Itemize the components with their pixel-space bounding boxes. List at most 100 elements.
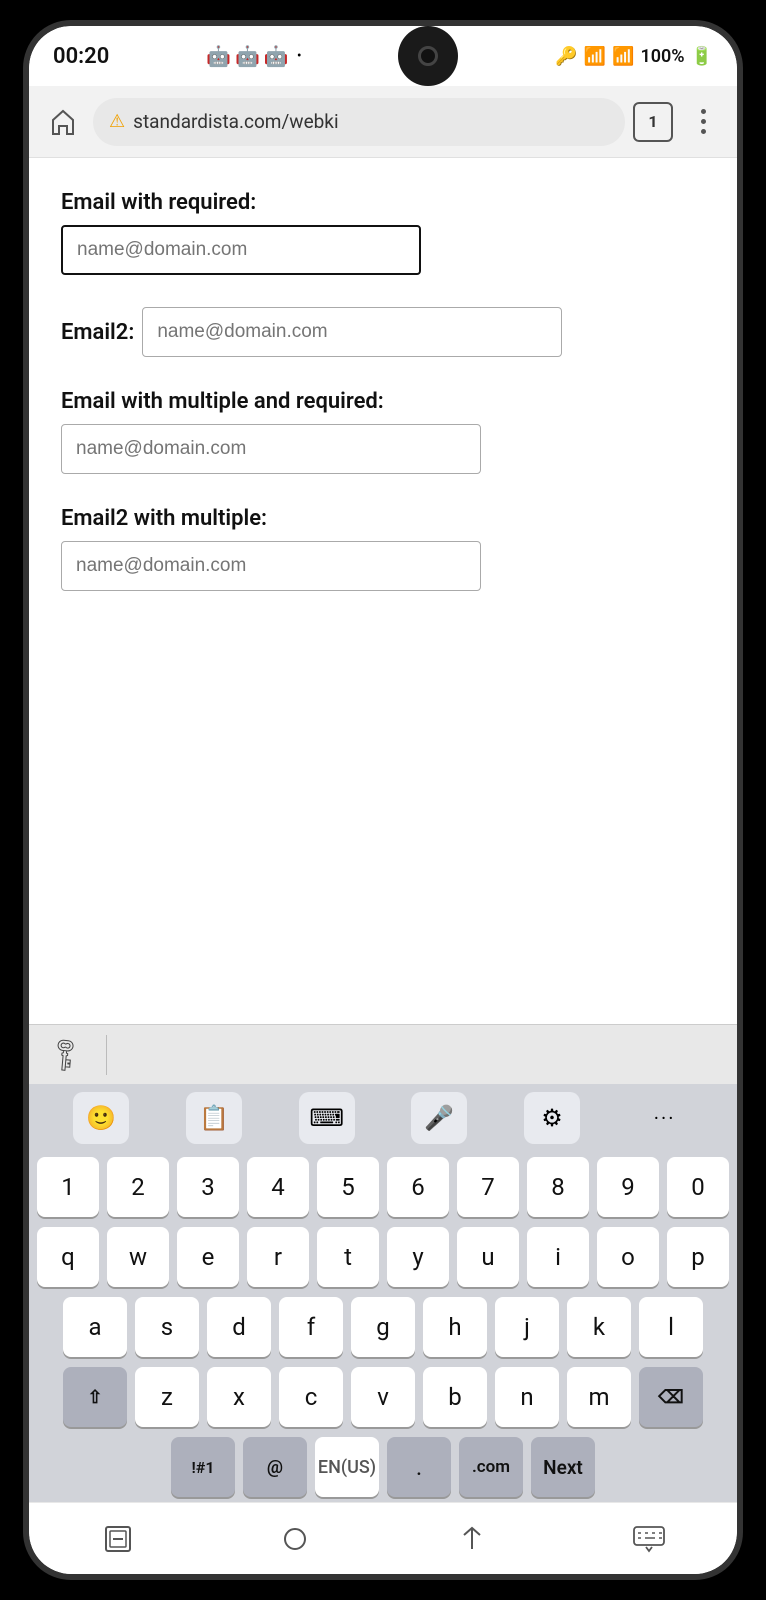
key-b[interactable]: b [423,1367,487,1427]
key-z[interactable]: z [135,1367,199,1427]
key-icon: 🗝 [43,1032,88,1077]
clipboard-button[interactable]: 📋 [186,1092,242,1144]
menu-dot-2 [701,119,706,124]
url-text: standardista.com/webki [133,110,338,133]
key-j[interactable]: j [495,1297,559,1357]
email2-multiple-section: Email2 with multiple: [61,506,705,591]
shift-key[interactable]: ⇧ [63,1367,127,1427]
browser-bar: ⚠ standardista.com/webki 1 [29,86,737,158]
key-5[interactable]: 5 [317,1157,379,1217]
status-time: 00:20 [53,44,109,69]
more-button[interactable]: ··· [637,1092,693,1144]
page-content: Email with required: Email2: Email with … [29,158,737,1024]
backspace-key[interactable]: ⌫ [639,1367,703,1427]
key-g[interactable]: g [351,1297,415,1357]
key-m[interactable]: m [567,1367,631,1427]
key-t[interactable]: t [317,1227,379,1287]
overview-button[interactable] [442,1514,502,1564]
key-2[interactable]: 2 [107,1157,169,1217]
key-1[interactable]: 1 [37,1157,99,1217]
menu-button[interactable] [681,100,725,144]
key-k[interactable]: k [567,1297,631,1357]
wifi-icon: 📶 [584,46,606,67]
key-7[interactable]: 7 [457,1157,519,1217]
key-c[interactable]: c [279,1367,343,1427]
key-o[interactable]: o [597,1227,659,1287]
key-h[interactable]: h [423,1297,487,1357]
key-9[interactable]: 9 [597,1157,659,1217]
emoji-button[interactable]: 🙂 [73,1092,129,1144]
email-required-input[interactable] [61,225,421,275]
key-w[interactable]: w [107,1227,169,1287]
keyboard-switch-button[interactable]: ⌨ [299,1092,355,1144]
key-x[interactable]: x [207,1367,271,1427]
url-bar[interactable]: ⚠ standardista.com/webki [93,98,625,146]
key-icon-status: 🔑 [555,46,577,67]
phone-frame: 00:20 🤖 🤖 🤖 • 🔑 📶 📶 100% 🔋 [23,20,743,1580]
phone-screen: 00:20 🤖 🤖 🤖 • 🔑 📶 📶 100% 🔋 [29,26,737,1574]
key-0[interactable]: 0 [667,1157,729,1217]
status-icons: 🤖 🤖 🤖 • [206,44,301,68]
key-f[interactable]: f [279,1297,343,1357]
key-4[interactable]: 4 [247,1157,309,1217]
key-y[interactable]: y [387,1227,449,1287]
mic-icon: 🎤 [424,1104,454,1132]
key-e[interactable]: e [177,1227,239,1287]
key-l[interactable]: l [639,1297,703,1357]
home-button[interactable] [41,100,85,144]
key-s[interactable]: s [135,1297,199,1357]
battery-icon: 🔋 [691,46,713,67]
status-right: 🔑 📶 📶 100% 🔋 [555,46,713,67]
tab-button[interactable]: 1 [633,102,673,142]
qwerty-row-1: q w e r t y u i o p [29,1222,737,1292]
space-key[interactable]: EN(US) [315,1437,379,1497]
dotcom-key[interactable]: .com [459,1437,523,1497]
settings-button[interactable]: ⚙ [524,1092,580,1144]
security-warning-icon: ⚠ [109,111,125,132]
mic-button[interactable]: 🎤 [411,1092,467,1144]
period-key[interactable]: . [387,1437,451,1497]
key-3[interactable]: 3 [177,1157,239,1217]
tab-count: 1 [648,112,657,131]
email-multiple-required-input[interactable] [61,424,481,474]
back-button[interactable] [88,1514,148,1564]
keyboard-hide-button[interactable] [619,1514,679,1564]
camera-notch [398,26,458,86]
email2-row: Email2: [61,307,705,357]
keyboard: 1 2 3 4 5 6 7 8 9 0 q w e r t y u i [29,1152,737,1502]
email-multiple-required-label: Email with multiple and required: [61,389,705,414]
email-required-section: Email with required: [61,190,705,275]
signal-icon: 📶 [612,46,634,67]
status-bar: 00:20 🤖 🤖 🤖 • 🔑 📶 📶 100% 🔋 [29,26,737,86]
next-key[interactable]: Next [531,1437,595,1497]
at-key[interactable]: @ [243,1437,307,1497]
more-icon: ··· [654,1106,676,1130]
key-i[interactable]: i [527,1227,589,1287]
key-p[interactable]: p [667,1227,729,1287]
email2-input[interactable] [142,307,562,357]
nav-bar [29,1502,737,1574]
key-v[interactable]: v [351,1367,415,1427]
home-nav-button[interactable] [265,1514,325,1564]
password-bar: 🗝 [29,1024,737,1084]
battery-text: 100% [640,46,684,67]
email2-label: Email2: [61,320,134,345]
number-row: 1 2 3 4 5 6 7 8 9 0 [29,1152,737,1222]
key-8[interactable]: 8 [527,1157,589,1217]
key-a[interactable]: a [63,1297,127,1357]
menu-dot-3 [701,129,706,134]
keyboard-icon: ⌨ [309,1104,344,1132]
key-q[interactable]: q [37,1227,99,1287]
email2-multiple-input[interactable] [61,541,481,591]
symbol-key[interactable]: !#1 [171,1437,235,1497]
asdf-row: a s d f g h j k l [29,1292,737,1362]
key-d[interactable]: d [207,1297,271,1357]
email2-multiple-label: Email2 with multiple: [61,506,705,531]
key-6[interactable]: 6 [387,1157,449,1217]
email-required-label: Email with required: [61,190,705,215]
emoji-icon: 🙂 [86,1104,116,1132]
menu-dot-1 [701,109,706,114]
key-r[interactable]: r [247,1227,309,1287]
key-u[interactable]: u [457,1227,519,1287]
key-n[interactable]: n [495,1367,559,1427]
